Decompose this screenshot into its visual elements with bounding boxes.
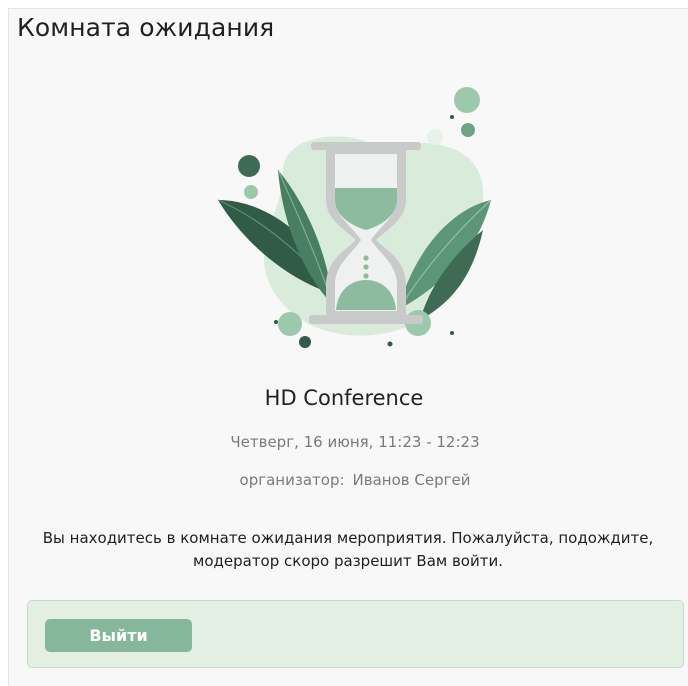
event-name: HD Conference bbox=[264, 386, 424, 410]
exit-button[interactable]: Выйти bbox=[45, 619, 192, 652]
footer-bar: Выйти bbox=[27, 600, 684, 668]
organizer-label: организатор: bbox=[239, 471, 345, 489]
waiting-message: Вы находитесь в комнате ожидания меропри… bbox=[8, 527, 688, 573]
hourglass-icon bbox=[217, 87, 492, 348]
organizer-info: организатор: Иванов Сергей bbox=[0, 471, 688, 489]
event-datetime: Четверг, 16 июня, 11:23 - 12:23 bbox=[230, 433, 480, 451]
page-title: Комната ожидания bbox=[17, 13, 275, 42]
organizer-name: Иванов Сергей bbox=[352, 471, 471, 489]
waiting-message-line-1: Вы находитесь в комнате ожидания меропри… bbox=[42, 529, 654, 547]
hourglass-illustration bbox=[208, 80, 498, 355]
waiting-message-line-2: модератор скоро разрешит Вам войти. bbox=[193, 552, 503, 570]
